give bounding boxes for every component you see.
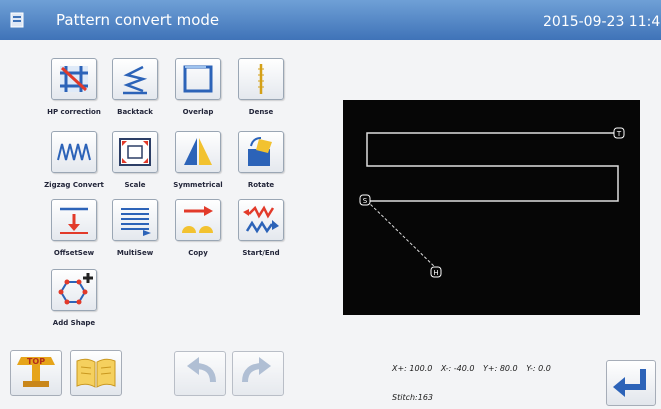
tool-label: Add Shape	[52, 319, 96, 327]
x-minus-value: X-: -40.0	[440, 364, 475, 373]
hp-correction-icon	[51, 58, 97, 100]
tool-label: MultiSew	[116, 249, 154, 257]
overlap-icon	[175, 58, 221, 100]
marker-home-label: H	[433, 269, 438, 277]
tool-label: Zigzag Convert	[44, 181, 104, 189]
tool-backtack[interactable]: Backtack	[105, 58, 165, 116]
manual-button[interactable]	[70, 350, 122, 396]
tool-dense[interactable]: Dense	[231, 58, 291, 116]
tool-label: Overlap	[182, 108, 214, 116]
scale-icon	[112, 131, 158, 173]
tool-hp-correction[interactable]: HP correction	[44, 58, 104, 116]
multi-sew-icon	[112, 199, 158, 241]
rotate-icon	[238, 131, 284, 173]
symmetrical-icon	[175, 131, 221, 173]
marker-home: H	[430, 266, 442, 278]
tool-multisew[interactable]: MultiSew	[105, 199, 165, 257]
app-icon	[10, 12, 24, 28]
marker-start-label: S	[363, 197, 368, 205]
tool-start-end[interactable]: Start/End	[231, 199, 291, 257]
tool-zigzag-convert[interactable]: Zigzag Convert	[44, 131, 104, 189]
top-label: TOP	[27, 357, 45, 366]
tool-label: HP correction	[47, 108, 101, 116]
tool-copy[interactable]: Copy	[168, 199, 228, 257]
tool-label: Start/End	[242, 249, 280, 257]
pattern-preview[interactable]: T S H	[343, 100, 640, 315]
tool-overlap[interactable]: Overlap	[168, 58, 228, 116]
dense-icon	[238, 58, 284, 100]
enter-icon	[613, 369, 646, 397]
copy-icon	[175, 199, 221, 241]
add-shape-icon	[51, 269, 97, 311]
enter-button[interactable]	[606, 360, 656, 406]
start-end-icon	[238, 199, 284, 241]
undo-button[interactable]	[174, 351, 226, 396]
book-icon	[76, 358, 116, 388]
stitch-count: Stitch:163	[392, 393, 434, 402]
tool-label: Rotate	[247, 181, 275, 189]
tool-label: OffsetSew	[53, 249, 95, 257]
tool-rotate[interactable]: Rotate	[231, 131, 291, 189]
top-button[interactable]: TOP	[10, 350, 62, 396]
tool-label: Dense	[248, 108, 274, 116]
offset-sew-icon	[51, 199, 97, 241]
marker-top-label: T	[616, 130, 622, 138]
tool-label: Symmetrical	[173, 181, 223, 189]
title-bar: Pattern convert mode 2015-09-23 11:49	[0, 0, 661, 40]
datetime: 2015-09-23 11:49	[543, 14, 661, 30]
tool-label: Backtack	[117, 108, 153, 116]
y-minus-value: Y-: 0.0	[526, 364, 551, 373]
marker-start: S	[359, 194, 371, 206]
tool-label: Scale	[124, 181, 146, 189]
undo-icon	[187, 357, 216, 383]
redo-button[interactable]	[232, 351, 284, 396]
tool-add-shape[interactable]: Add Shape	[44, 269, 104, 327]
backtack-icon	[112, 58, 158, 100]
coordinate-readout: X+: 100.0 X-: -40.0 Y+: 80.0 Y-: 0.0	[392, 364, 557, 373]
tool-symmetrical[interactable]: Symmetrical	[168, 131, 228, 189]
x-plus-value: X+: 100.0	[392, 364, 433, 373]
tool-scale[interactable]: Scale	[105, 131, 165, 189]
y-plus-value: Y+: 80.0	[483, 364, 518, 373]
tool-offsetsew[interactable]: OffsetSew	[44, 199, 104, 257]
zigzag-icon	[51, 131, 97, 173]
tool-label: Copy	[188, 249, 208, 257]
redo-icon	[242, 357, 271, 383]
top-icon: TOP	[17, 357, 55, 387]
pattern-canvas: T S H	[359, 127, 625, 278]
marker-top: T	[613, 127, 625, 139]
window-title: Pattern convert mode	[56, 11, 220, 29]
